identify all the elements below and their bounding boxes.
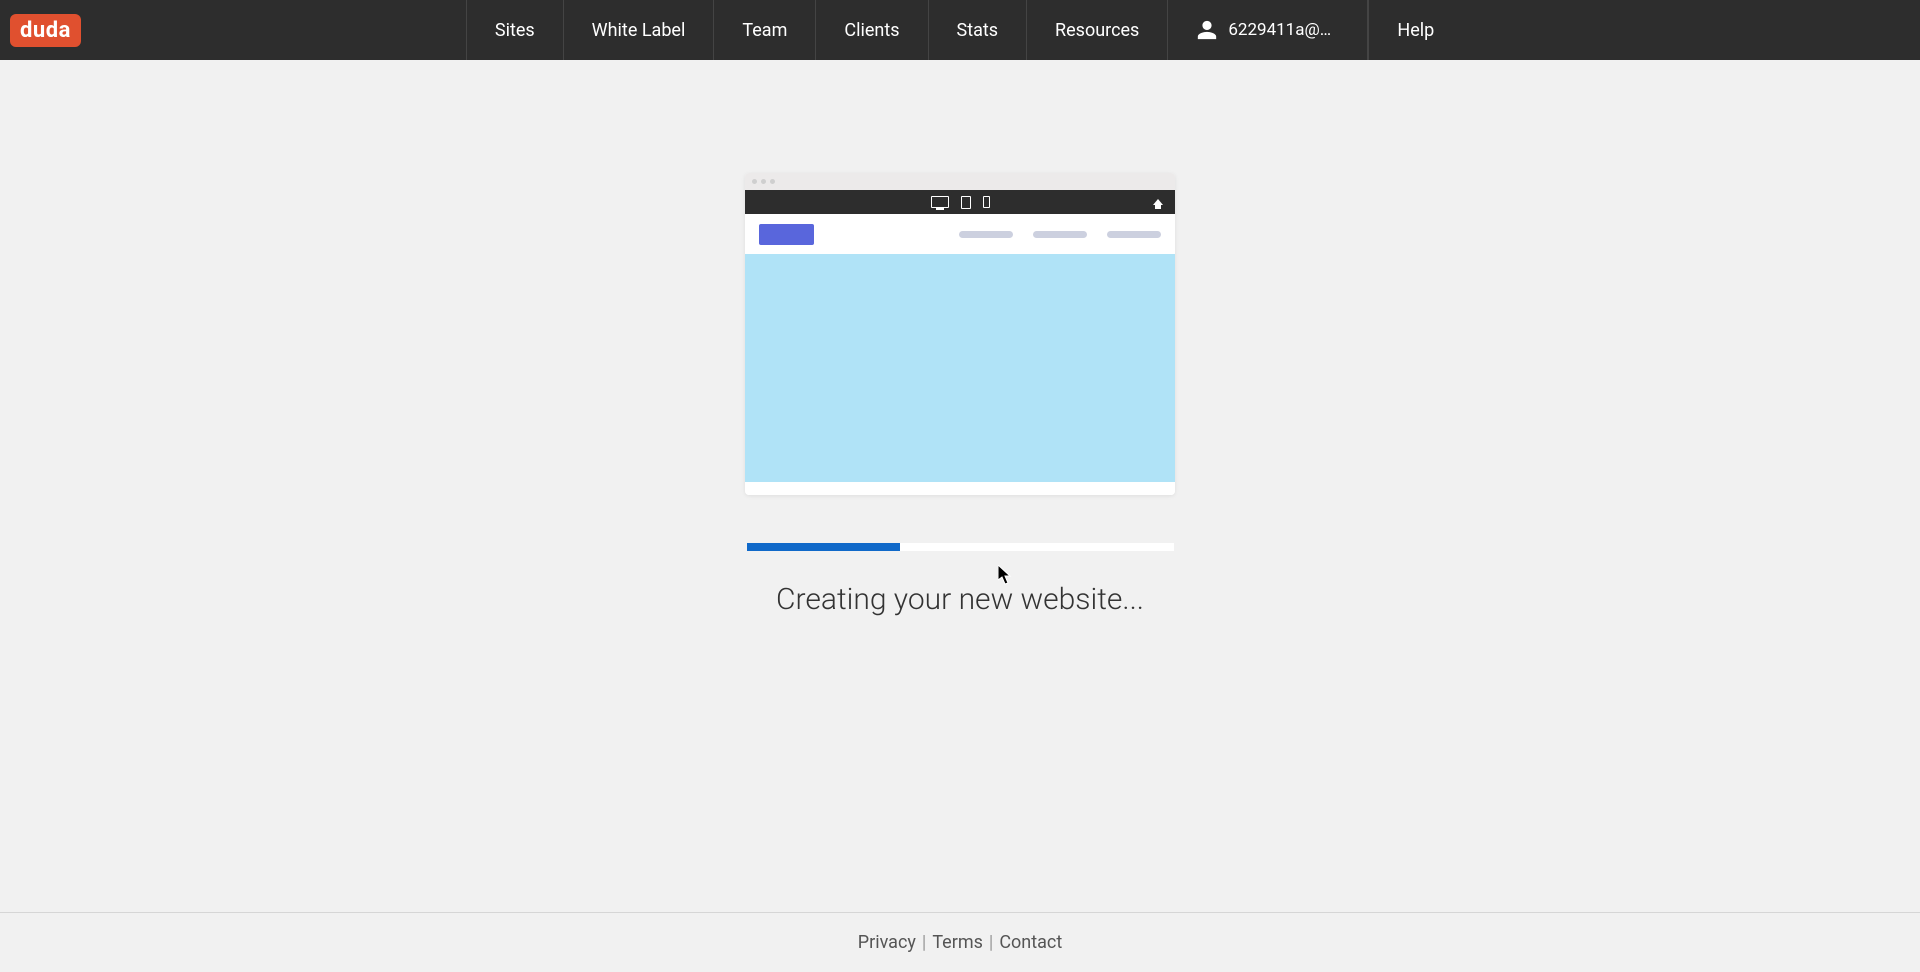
preview-site-body [745,254,1175,482]
brand-logo[interactable]: duda [0,0,91,60]
top-navigation: duda Sites White Label Team Clients Stat… [0,0,1920,60]
nav-account[interactable]: 6229411a@uifee... [1167,0,1367,60]
preview-menu-item-placeholder [1107,231,1161,238]
brand-logo-text: duda [10,14,81,47]
nav-clients[interactable]: Clients [815,0,927,60]
home-icon [1153,199,1163,205]
window-dot-icon [770,179,775,184]
preview-window-chrome [745,173,1175,190]
nav-label: Team [742,20,787,41]
preview-site-footer [745,482,1175,495]
preview-site-menubar [745,214,1175,254]
phone-icon [983,196,990,208]
footer-separator: | [922,932,926,953]
page-footer: Privacy | Terms | Contact [0,912,1920,972]
footer-terms-link[interactable]: Terms [932,932,983,953]
main-content: Creating your new website... [0,60,1920,912]
tablet-icon [961,196,971,209]
nav-label: Stats [957,20,999,41]
nav-label: Resources [1055,20,1139,41]
nav-spacer [91,0,466,60]
nav-label: Sites [495,20,535,41]
device-icon-group [931,196,990,209]
user-icon [1196,19,1218,41]
nav-team[interactable]: Team [713,0,815,60]
desktop-icon [931,196,949,208]
footer-separator: | [989,932,993,953]
preview-device-toolbar [745,190,1175,214]
window-dot-icon [761,179,766,184]
nav-label: Help [1397,20,1434,41]
progress-bar-fill [747,543,901,551]
progress-bar [747,543,1174,551]
loading-status-text: Creating your new website... [776,582,1144,617]
nav-stats[interactable]: Stats [928,0,1027,60]
window-dot-icon [752,179,757,184]
nav-label: Clients [844,20,899,41]
nav-help[interactable]: Help [1368,0,1466,60]
nav-resources[interactable]: Resources [1026,0,1167,60]
preview-logo-placeholder [759,224,814,245]
preview-menu-item-placeholder [1033,231,1087,238]
nav-white-label[interactable]: White Label [563,0,714,60]
footer-contact-link[interactable]: Contact [999,932,1062,953]
nav-label: White Label [592,20,686,41]
account-email: 6229411a@uifee... [1228,20,1339,40]
preview-menu-item-placeholder [959,231,1013,238]
website-preview-card [745,173,1175,495]
nav-sites[interactable]: Sites [466,0,563,60]
footer-privacy-link[interactable]: Privacy [858,932,916,953]
